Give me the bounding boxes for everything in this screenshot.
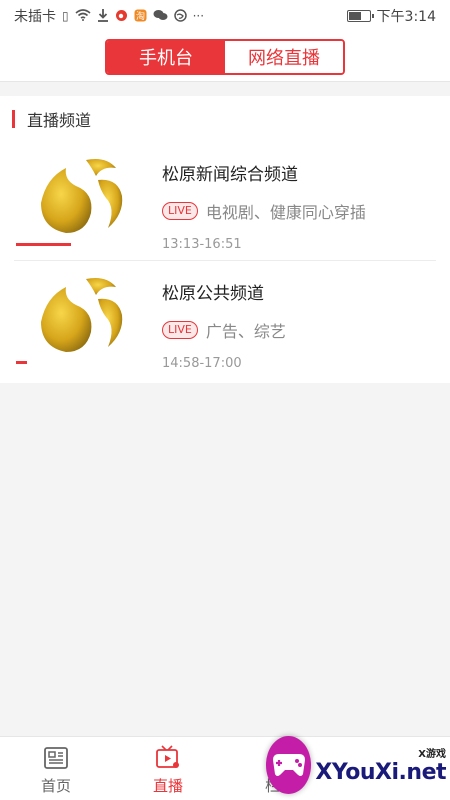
gamepad-icon xyxy=(266,736,312,794)
channel-logo xyxy=(14,142,134,260)
clock: 下午3:14 xyxy=(376,9,436,25)
carrier-label: 未插卡 xyxy=(14,9,56,25)
channel-info: 松原公共频道 LIVE 广告、综艺 14:58-17:00 xyxy=(134,261,286,378)
channel-program: LIVE 广告、综艺 xyxy=(162,318,286,342)
channel-name: 松原新闻综合频道 xyxy=(162,165,298,185)
program-text: 电视剧、健康同心穿插 xyxy=(205,203,366,222)
battery-icon xyxy=(346,10,374,22)
sim-icon: ▯ xyxy=(62,9,69,23)
wifi-icon xyxy=(75,9,91,23)
nav-live-label: 直播 xyxy=(152,777,183,795)
browser-icon xyxy=(173,8,187,24)
channel-time: 14:58-17:00 xyxy=(162,356,242,371)
live-badge: LIVE xyxy=(162,202,198,220)
weibo-icon xyxy=(115,9,128,24)
battery-fill xyxy=(348,12,361,20)
channel-info: 松原新闻综合频道 LIVE 电视剧、健康同心穿插 13:13-16:51 xyxy=(134,142,366,260)
tab-web-live[interactable]: 网络直播 xyxy=(225,40,343,73)
channel-item[interactable]: 松原公共频道 LIVE 广告、综艺 14:58-17:00 xyxy=(14,260,436,378)
source-tabs: 手机台 网络直播 xyxy=(105,38,345,75)
status-bar: 未插卡 ▯ 淘 ··· 下午3:14 xyxy=(0,0,450,32)
tab-mobile-tv[interactable]: 手机台 xyxy=(107,40,225,73)
live-channel-panel: 直播频道 松原新闻综合频道 LIVE 电视剧、健康同心穿插 13:13-16:5… xyxy=(0,96,450,383)
channel-program: LIVE 电视剧、健康同心穿插 xyxy=(162,199,366,223)
header: 手机台 网络直播 xyxy=(0,32,450,82)
channel-progress xyxy=(16,243,71,246)
channel-name: 松原公共频道 xyxy=(162,284,264,304)
watermark: X游戏 XYouXi.net xyxy=(266,736,446,794)
download-icon xyxy=(97,8,109,24)
section-title: 直播频道 xyxy=(27,111,92,130)
watermark-big: XYouXi.net xyxy=(315,760,446,785)
section-header: 直播频道 xyxy=(0,96,450,142)
taobao-icon: 淘 xyxy=(134,9,147,24)
channel-time: 13:13-16:51 xyxy=(162,237,242,252)
news-icon xyxy=(44,747,68,769)
nav-live[interactable]: 直播 xyxy=(112,745,224,796)
svg-text:淘: 淘 xyxy=(136,10,145,22)
watermark-text: X游戏 XYouXi.net xyxy=(315,745,446,785)
channel-item[interactable]: 松原新闻综合频道 LIVE 电视剧、健康同心穿插 13:13-16:51 xyxy=(0,142,450,260)
watermark-small: X游戏 xyxy=(418,749,446,760)
channel-logo-icon xyxy=(41,278,123,352)
channel-progress xyxy=(16,361,27,364)
more-icon: ··· xyxy=(192,9,205,23)
live-badge: LIVE xyxy=(162,321,198,339)
live-tv-icon xyxy=(156,745,179,768)
nav-home[interactable]: 首页 xyxy=(0,745,112,796)
wechat-icon xyxy=(153,9,168,23)
program-text: 广告、综艺 xyxy=(205,322,286,341)
nav-home-label: 首页 xyxy=(40,777,71,795)
channel-logo-icon xyxy=(41,159,123,233)
section-accent-bar xyxy=(12,110,15,128)
status-right: 下午3:14 xyxy=(346,6,436,26)
channel-logo xyxy=(14,261,134,378)
status-left: 未插卡 ▯ 淘 ··· xyxy=(14,6,204,26)
